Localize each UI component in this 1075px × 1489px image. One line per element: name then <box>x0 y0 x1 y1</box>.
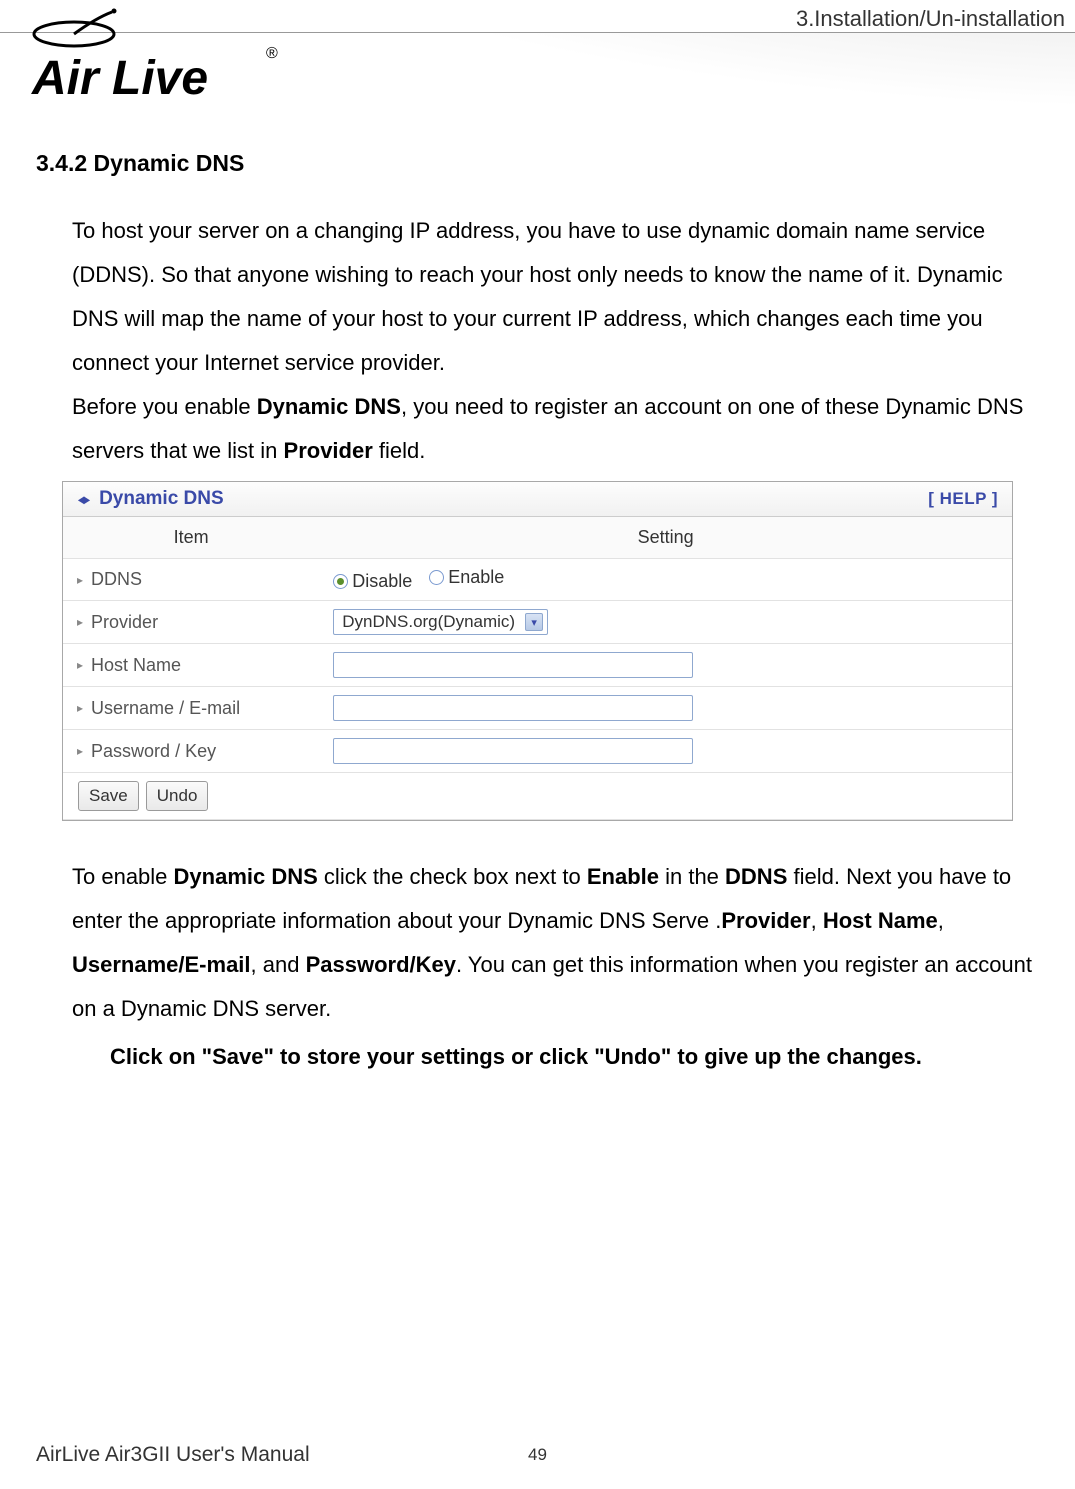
radio-unchecked-icon <box>429 570 444 585</box>
table-row: ▸ DDNS Disable Enable <box>63 559 1012 601</box>
page-number: 49 <box>528 1445 547 1465</box>
instruction-paragraph: To enable Dynamic DNS click the check bo… <box>72 855 1039 1031</box>
page-header: 3.Installation/Un-installation Air Live … <box>0 0 1075 140</box>
row-label-hostname: Host Name <box>91 655 181 676</box>
provider-select[interactable]: DynDNS.org(Dynamic) ▾ <box>333 609 548 635</box>
table-row: ▸ Username / E-mail <box>63 687 1012 730</box>
airlive-logo: Air Live ® <box>26 8 286 123</box>
panel-title: Dynamic DNS <box>99 488 224 510</box>
username-input[interactable] <box>333 695 693 721</box>
hostname-input[interactable] <box>333 652 693 678</box>
breadcrumb: 3.Installation/Un-installation <box>796 6 1065 32</box>
provider-value: DynDNS.org(Dynamic) <box>342 612 515 632</box>
save-button[interactable]: Save <box>78 781 139 811</box>
panel-titlebar: ◂▸ Dynamic DNS [ HELP ] <box>63 482 1012 517</box>
radio-label-disable: Disable <box>352 571 412 592</box>
intro-text-1: To host your server on a changing IP add… <box>72 218 1003 375</box>
section-heading: 3.4.2 Dynamic DNS <box>36 150 1039 177</box>
help-link[interactable]: [ HELP ] <box>928 489 998 509</box>
column-header-item: Item <box>63 517 319 559</box>
row-label-username: Username / E-mail <box>91 698 240 719</box>
triangle-icon: ▸ <box>77 658 83 672</box>
ddns-disable-radio[interactable]: Disable <box>333 571 412 592</box>
dynamic-dns-panel: ◂▸ Dynamic DNS [ HELP ] Item Setting ▸ DD… <box>62 481 1013 821</box>
manual-title: AirLive Air3GII User's Manual <box>36 1443 310 1467</box>
intro-bold-ddns: Dynamic DNS <box>257 394 401 419</box>
chevron-down-icon: ▾ <box>525 613 543 631</box>
page-footer: AirLive Air3GII User's Manual 49 <box>0 1443 1075 1467</box>
triangle-icon: ▸ <box>77 744 83 758</box>
table-row: ▸ Provider DynDNS.org(Dynamic) ▾ <box>63 601 1012 644</box>
ddns-enable-radio[interactable]: Enable <box>429 567 504 588</box>
radio-label-enable: Enable <box>448 567 504 588</box>
row-label-provider: Provider <box>91 612 158 633</box>
undo-button[interactable]: Undo <box>146 781 209 811</box>
row-label-ddns: DDNS <box>91 569 142 590</box>
table-row: ▸ Host Name <box>63 644 1012 687</box>
triangle-icon: ▸ <box>77 615 83 629</box>
logo-text: Air Live <box>31 52 208 105</box>
intro-paragraph: To host your server on a changing IP add… <box>72 209 1039 473</box>
radio-checked-icon <box>333 574 348 589</box>
triangle-icon: ▸ <box>77 701 83 715</box>
intro-text-2c: field. <box>373 438 426 463</box>
trademark-icon: ® <box>266 45 278 62</box>
panel-collapse-icon: ◂▸ <box>78 491 89 508</box>
save-instruction: Click on "Save" to store your settings o… <box>110 1035 1039 1079</box>
password-input[interactable] <box>333 738 693 764</box>
row-label-password: Password / Key <box>91 741 216 762</box>
table-row: ▸ Password / Key <box>63 730 1012 773</box>
intro-bold-provider: Provider <box>284 438 373 463</box>
column-header-setting: Setting <box>319 517 1012 559</box>
triangle-icon: ▸ <box>77 573 83 587</box>
intro-text-2a: Before you enable <box>72 394 257 419</box>
settings-table: Item Setting ▸DDNS Disable Enable ▸P <box>63 517 1012 820</box>
